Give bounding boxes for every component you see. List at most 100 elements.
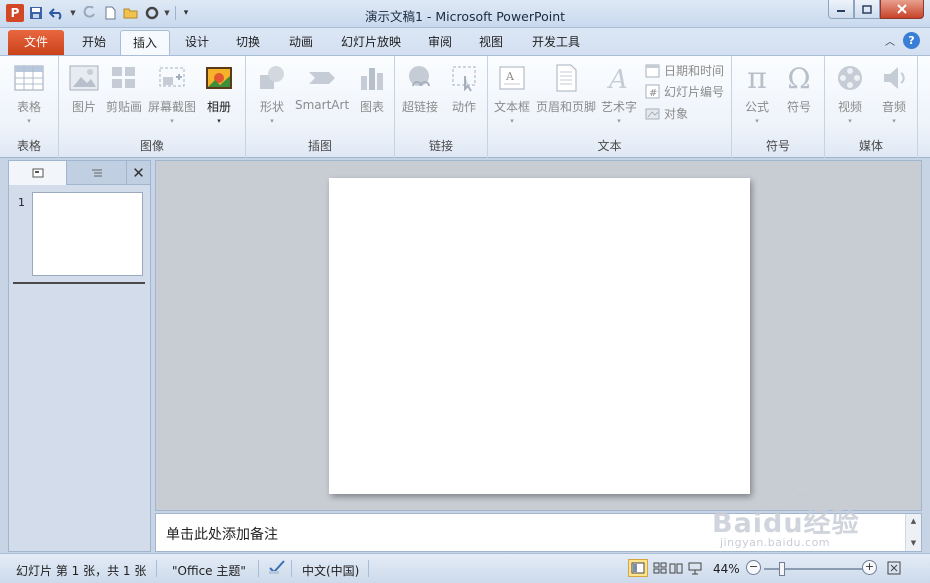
slide-thumbnail[interactable] (32, 192, 143, 276)
spell-check-icon[interactable] (268, 559, 286, 578)
tab-slideshow[interactable]: 幻灯片放映 (329, 30, 413, 55)
audio-button[interactable]: 音频 ▾ (878, 62, 910, 125)
tab-review[interactable]: 审阅 (416, 30, 464, 55)
caret-icon: ▾ (848, 117, 852, 125)
picture-label: 图片 (71, 100, 96, 114)
zoom-slider-thumb[interactable] (779, 562, 785, 576)
tab-animations[interactable]: 动画 (277, 30, 325, 55)
tab-view[interactable]: 视图 (467, 30, 515, 55)
group-label-symbols: 符号 (765, 139, 790, 153)
notes-placeholder[interactable]: 单击此处添加备注 (166, 524, 278, 544)
screenshot-button[interactable]: 屏幕截图 ▾ (148, 62, 196, 125)
table-icon (13, 62, 45, 94)
slides-tab[interactable] (9, 161, 67, 185)
caret-icon: ▾ (270, 117, 274, 125)
svg-text:#: # (649, 88, 657, 99)
zoom-level[interactable]: 44% (713, 562, 740, 576)
window-controls (828, 0, 924, 19)
slide[interactable] (329, 178, 750, 494)
theme-name[interactable]: "Office 主题" (172, 562, 246, 579)
date-time-button[interactable]: 日期和时间 (644, 60, 724, 80)
wordart-icon: A (603, 62, 635, 94)
help-icon[interactable]: ? (903, 32, 920, 49)
tab-bar-right: ︿ ? (885, 32, 920, 49)
slideshow-view-button[interactable] (685, 559, 705, 577)
tab-design[interactable]: 设计 (173, 30, 221, 55)
scroll-down-icon[interactable]: ▼ (906, 539, 921, 547)
slide-number-icon: # (644, 83, 660, 99)
slide-number-button[interactable]: # 幻灯片编号 (644, 81, 724, 101)
slides-pane-tabs: ✕ (9, 161, 150, 185)
ribbon-tabs: 文件 开始 插入 设计 切换 动画 幻灯片放映 审阅 视图 开发工具 ︿ ? (0, 28, 930, 55)
wordart-button[interactable]: A 艺术字 ▾ (601, 62, 637, 125)
textbox-button[interactable]: A 文本框 ▾ (494, 62, 530, 125)
action-button[interactable]: 动作 (448, 62, 480, 115)
chart-button[interactable]: 图表 (356, 62, 388, 115)
zoom-out-button[interactable]: − (746, 560, 761, 575)
outline-tab[interactable] (67, 161, 127, 185)
video-button[interactable]: 视频 ▾ (834, 62, 866, 125)
symbol-button[interactable]: Ω 符号 (783, 62, 815, 115)
object-button[interactable]: 对象 (644, 103, 688, 123)
maximize-button[interactable] (854, 0, 880, 19)
object-icon (644, 105, 660, 121)
zoom-in-button[interactable]: + (862, 560, 877, 575)
chart-label: 图表 (359, 100, 384, 114)
smartart-icon (306, 62, 338, 94)
close-pane-icon[interactable]: ✕ (127, 161, 150, 185)
shapes-button[interactable]: 形状 ▾ (256, 62, 288, 125)
minimize-ribbon-icon[interactable]: ︿ (885, 33, 895, 48)
symbol-label: 符号 (786, 100, 811, 114)
minimize-button[interactable] (828, 0, 854, 19)
status-separator (258, 560, 259, 577)
group-label-tables: 表格 (16, 139, 41, 153)
slide-count: 幻灯片 第 1 张，共 1 张 (16, 564, 147, 578)
video-label: 视频 (837, 100, 862, 114)
action-label: 动作 (451, 100, 476, 114)
normal-view-button[interactable] (628, 559, 648, 577)
tab-file[interactable]: 文件 (8, 30, 64, 55)
photo-album-button[interactable]: 相册 ▾ (203, 62, 235, 125)
close-button[interactable] (880, 0, 924, 19)
reading-view-button[interactable] (666, 559, 686, 577)
clipart-button[interactable]: 剪贴画 (106, 62, 142, 115)
clipart-icon (108, 62, 140, 94)
notes-scrollbar[interactable]: ▲ ▼ (905, 514, 921, 551)
textbox-label: 文本框 (494, 100, 531, 114)
ribbon: 表格 ▾ 表格 图片 剪贴画 屏幕截图 ▾ 相册 ▾ 图像 形状 ▾ Smart… (0, 55, 930, 158)
wordart-label: 艺术字 (601, 100, 638, 114)
equation-icon: π (747, 60, 767, 96)
hyperlink-icon (404, 62, 436, 94)
group-media: 视频 ▾ 音频 ▾ 媒体 (825, 56, 918, 158)
equation-button[interactable]: π 公式 ▾ (741, 60, 773, 126)
scroll-up-icon[interactable]: ▲ (906, 517, 921, 525)
smartart-button[interactable]: SmartArt (295, 62, 349, 112)
svg-text:A: A (607, 65, 628, 92)
slideshow-view-icon (688, 562, 702, 574)
status-separator (291, 560, 292, 577)
picture-button[interactable]: 图片 (68, 62, 100, 115)
tab-home[interactable]: 开始 (70, 30, 118, 55)
slide-number-label: 幻灯片编号 (664, 84, 725, 99)
group-images: 图片 剪贴画 屏幕截图 ▾ 相册 ▾ 图像 (59, 56, 246, 158)
object-label: 对象 (664, 106, 689, 121)
vertical-scrollbar[interactable] (922, 160, 930, 552)
group-text: A 文本框 ▾ 页眉和页脚 A 艺术字 ▾ 日期和时间 # 幻灯片编号 对象 文… (488, 56, 732, 158)
photo-album-label: 相册 (206, 100, 231, 114)
slide-editing-area (155, 160, 922, 511)
header-footer-button[interactable]: 页眉和页脚 (536, 62, 596, 115)
header-footer-icon (550, 62, 582, 94)
tab-transitions[interactable]: 切换 (224, 30, 272, 55)
notes-pane[interactable]: 单击此处添加备注 ▲ ▼ (155, 513, 922, 552)
fit-to-window-button[interactable] (884, 559, 904, 577)
language[interactable]: 中文(中国) (302, 562, 359, 579)
title-bar: P ▼ ▼ ▾ 演示文稿1 - Microsoft PowerPoint (0, 0, 930, 28)
shapes-icon (256, 62, 288, 94)
table-button[interactable]: 表格 ▾ (13, 62, 45, 125)
tab-developer[interactable]: 开发工具 (520, 30, 592, 55)
tab-insert[interactable]: 插入 (120, 30, 171, 55)
hyperlink-button[interactable]: 超链接 (402, 62, 438, 115)
slides-tab-icon (32, 168, 43, 178)
group-label-images: 图像 (139, 139, 164, 153)
caret-icon: ▾ (892, 117, 896, 125)
